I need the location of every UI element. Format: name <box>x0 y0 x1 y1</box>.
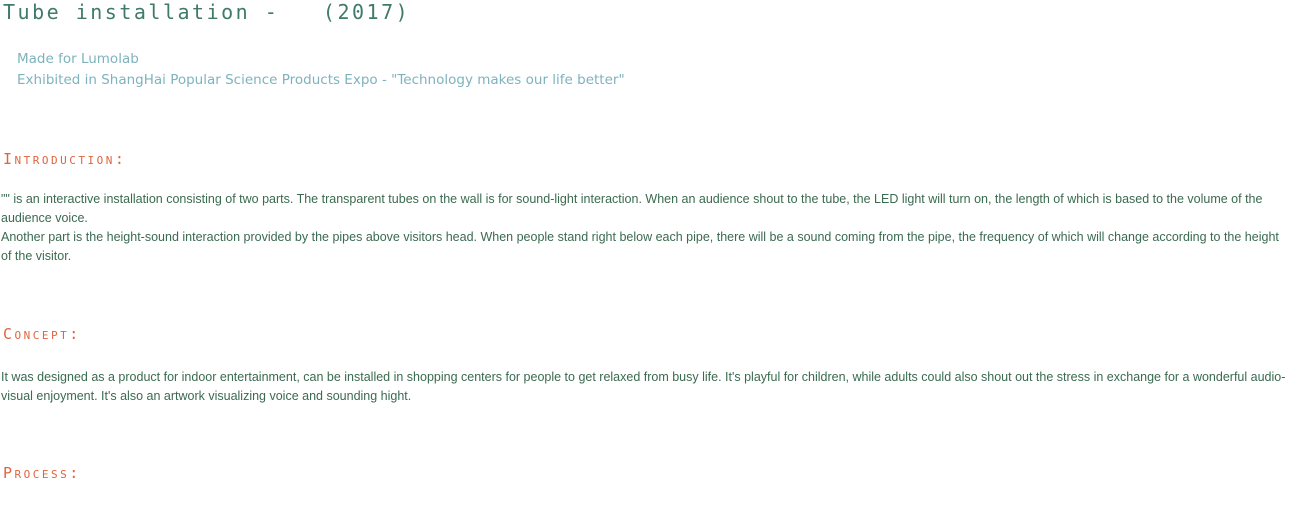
concept-body: It was designed as a product for indoor … <box>1 368 1289 406</box>
introduction-paragraph-1: "" is an interactive installation consis… <box>1 192 1263 225</box>
project-meta: Made for Lumolab Exhibited in ShangHai P… <box>17 49 625 91</box>
introduction-heading: Introduction: <box>3 150 127 168</box>
project-page: Tube installation - (2017) Made for Lumo… <box>0 0 1296 506</box>
introduction-body: "" is an interactive installation consis… <box>1 190 1289 266</box>
made-for-text: Made for Lumolab <box>17 51 139 67</box>
introduction-paragraph-2: Another part is the height-sound interac… <box>1 230 1279 263</box>
process-heading: Process: <box>3 464 81 482</box>
concept-paragraph-1: It was designed as a product for indoor … <box>1 370 1286 403</box>
page-title: Tube installation - (2017) <box>3 0 411 24</box>
exhibited-text: Exhibited in ShangHai Popular Science Pr… <box>17 72 625 88</box>
concept-heading: Concept: <box>3 325 81 343</box>
